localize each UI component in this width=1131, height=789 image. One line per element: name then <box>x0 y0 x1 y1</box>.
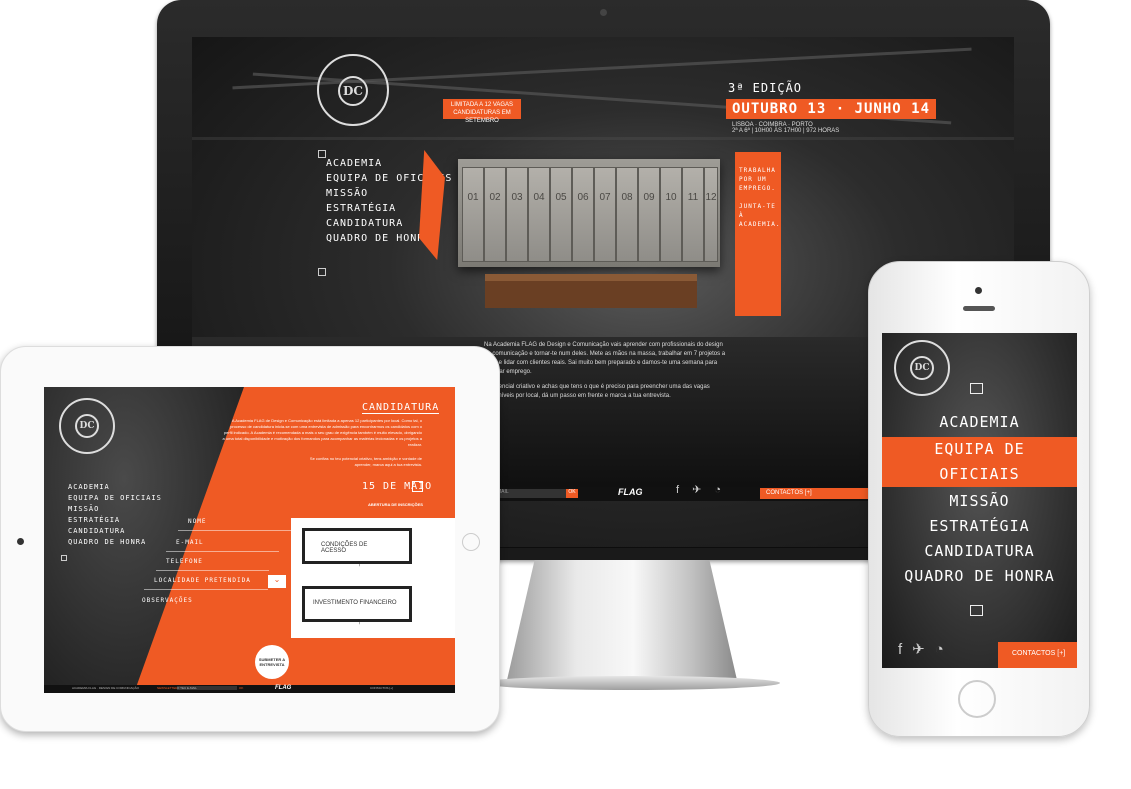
showcase-stage: DC LIMITADA A 12 VAGAS CANDIDATURAS EM S… <box>0 0 1131 789</box>
deadline-label: ABERTURA DE INSCRIÇÕES <box>368 502 423 507</box>
locker: 11 <box>682 167 704 262</box>
lockers-illustration: 01 02 03 04 05 06 07 08 09 10 11 12 <box>458 159 720 267</box>
phone-field[interactable]: TELEFONE <box>156 558 269 571</box>
banner-line: À ACADEMIA. <box>739 212 781 228</box>
locker: 07 <box>594 167 616 262</box>
email-field[interactable]: E-MAIL <box>166 539 279 552</box>
locker: 08 <box>616 167 638 262</box>
location-info: LISBOA · COIMBRA · PORTO 2ª A 6ª | 10H00… <box>732 122 839 134</box>
submit-interview-button[interactable]: SUBMETER A ENTREVISTA <box>255 645 289 679</box>
course-dates: OUTUBRO 13 · JUNHO 14 <box>726 99 937 119</box>
mail-icon[interactable] <box>318 268 326 276</box>
nav-equipa-active[interactable]: Equipa de Oficiais <box>882 437 1077 487</box>
mail-icon[interactable] <box>61 555 67 561</box>
facebook-icon[interactable]: f <box>898 641 912 658</box>
contact-button[interactable]: CONTACTOS [+] <box>370 686 393 690</box>
nav-estrategia[interactable]: Estratégia <box>68 515 162 526</box>
nav-candidatura[interactable]: Candidatura <box>68 526 162 537</box>
social-links: f ✈ ◔ <box>676 483 721 496</box>
nav-estrategia[interactable]: Estratégia <box>882 514 1077 539</box>
twitter-icon[interactable]: ✈ <box>912 641 935 658</box>
locker: 12 <box>704 167 718 262</box>
vacancy-badge: LIMITADA A 12 VAGAS CANDIDATURAS EM SETE… <box>443 99 521 124</box>
locker: 06 <box>572 167 594 262</box>
nav-candidatura[interactable]: Candidatura <box>882 539 1077 564</box>
imac-base <box>480 676 780 690</box>
logo-monogram: DC <box>910 356 934 380</box>
logo-monogram: DC <box>75 414 99 438</box>
nav-missao[interactable]: Missão <box>882 489 1077 514</box>
locker: 04 <box>528 167 550 262</box>
banner-line: JUNTA-TE <box>739 203 776 210</box>
twitter-icon[interactable]: ✈ <box>692 484 701 496</box>
nav-academia[interactable]: Academia <box>68 482 162 493</box>
locker: 09 <box>638 167 660 262</box>
chevron-down-icon[interactable]: ⌄ <box>268 575 286 588</box>
intro-paragraph-2: O potencial criativo e achas que tens o … <box>484 384 710 399</box>
nav-missao[interactable]: Missão <box>68 504 162 515</box>
footer-brand-text: ACADEMIA FLAG · DESIGN DE COMUNICAÇÃO <box>72 686 140 690</box>
page-title: CANDIDATURA <box>362 402 440 414</box>
locker: 01 <box>462 167 484 262</box>
location-select[interactable]: LOCALIDADE PRETENDIDA <box>144 577 268 590</box>
newsletter-label: NEWSLETTER <box>157 686 178 690</box>
candidatura-intro: A Academia FLAG de Design e Comunicação … <box>222 418 422 447</box>
banner-line: EMPREGO. <box>739 185 776 192</box>
chat-icon[interactable]: ◔ <box>935 641 954 658</box>
phone-nav: Academia Equipa de Oficiais Missão Estra… <box>882 410 1077 589</box>
home-button[interactable] <box>462 533 480 551</box>
facebook-icon[interactable]: f <box>676 484 679 496</box>
schedule: 2ª A 6ª | 10H00 ÀS 17H00 | 972 HORAS <box>732 128 840 134</box>
camera-icon <box>17 538 24 545</box>
arrow-up-icon: ↑ <box>357 616 362 626</box>
rollup-banner: TRABALHA POR UM EMPREGO. JUNTA-TE À ACAD… <box>735 152 781 316</box>
locker: 03 <box>506 167 528 262</box>
mail-icon[interactable] <box>318 150 326 158</box>
newsletter-ok-button[interactable]: OK <box>566 489 578 498</box>
nav-academia[interactable]: Academia <box>882 410 1077 435</box>
newsletter-ok-button[interactable]: OK <box>239 686 243 690</box>
nav-equipa[interactable]: Equipa de Oficiais <box>68 493 162 504</box>
candidatura-cta-text: Se confias no teu potencial criativo, te… <box>309 456 422 467</box>
newsletter-input[interactable]: E-MAIL <box>490 489 568 498</box>
name-field[interactable]: NOME <box>178 518 291 531</box>
chat-icon[interactable]: ◔ <box>714 484 721 496</box>
home-button[interactable] <box>958 680 996 718</box>
contact-button[interactable]: CONTACTOS [+] <box>760 488 880 499</box>
speaker-grille <box>963 306 995 311</box>
intro-paragraph-1: Na Academia FLAG de Design e Comunicação… <box>484 342 726 375</box>
locker: 10 <box>660 167 682 262</box>
logo-monogram: DC <box>338 76 368 106</box>
bench-illustration <box>485 274 697 308</box>
social-links: f✈◔ <box>898 640 954 658</box>
calendar-icon <box>412 481 423 492</box>
newsletter-input[interactable]: O TEU E-MAIL <box>177 686 237 690</box>
camera-icon <box>975 287 982 294</box>
nav-quadro-honra[interactable]: Quadro de Honra <box>882 564 1077 589</box>
intro-text: Na Academia FLAG de Design e Comunicação… <box>484 341 729 401</box>
notes-field[interactable]: OBSERVAÇÕES <box>132 597 245 610</box>
badge-line-1: LIMITADA A 12 VAGAS <box>450 102 514 108</box>
mail-icon[interactable] <box>970 605 983 616</box>
arrow-up-icon: ↑ <box>357 558 362 568</box>
locker: 02 <box>484 167 506 262</box>
locker: 05 <box>550 167 572 262</box>
banner-line: POR UM <box>739 176 767 183</box>
edition-label: 3ª EDIÇÃO <box>728 81 803 95</box>
badge-line-2: CANDIDATURAS EM SETEMBRO <box>453 110 511 124</box>
mail-icon[interactable] <box>970 383 983 394</box>
contact-button[interactable]: CONTACTOS [+] <box>998 642 1077 668</box>
imac-stand <box>507 560 737 680</box>
nav-quadro-honra[interactable]: Quadro de Honra <box>68 537 162 548</box>
camera-icon <box>600 9 607 16</box>
flag-brand-logo[interactable]: FLAG <box>618 487 643 497</box>
banner-line: TRABALHA <box>739 167 776 174</box>
tablet-nav: Academia Equipa de Oficiais Missão Estra… <box>68 482 162 548</box>
flag-brand-logo[interactable]: FLAG <box>275 685 291 691</box>
